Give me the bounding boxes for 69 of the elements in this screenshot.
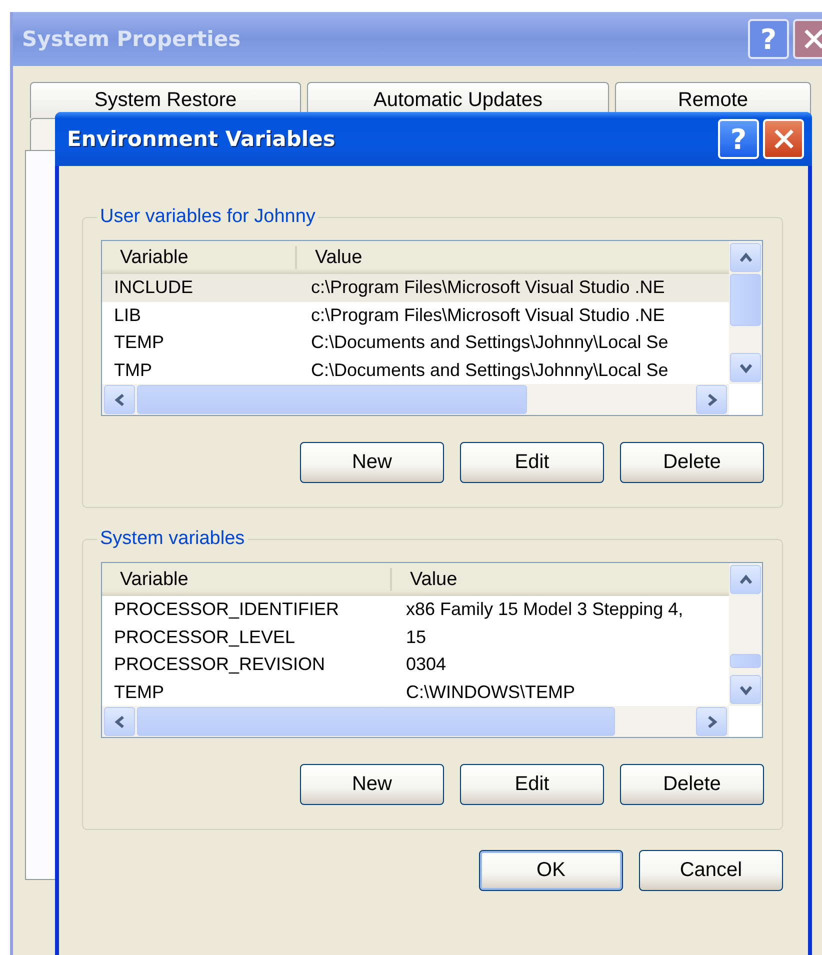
list-view[interactable] bbox=[101, 240, 763, 416]
column-header[interactable]: Variable bbox=[102, 246, 297, 270]
list-row[interactable]: LIB c:\Program Files\Microsoft Visual Studio .NE bbox=[102, 302, 729, 329]
chevron-right-icon bbox=[706, 716, 718, 728]
scroll-up-button[interactable] bbox=[730, 565, 761, 594]
button[interactable]: Edit bbox=[460, 442, 604, 483]
table-cell-text: 0304 bbox=[405, 654, 446, 676]
table-cell-text: c:\Program Files\Microsoft Visual Studio .NE bbox=[310, 304, 665, 326]
table-cell-text: PROCESSOR_REVISION bbox=[113, 654, 326, 676]
table-cell-text: INCLUDE bbox=[113, 277, 194, 298]
scroll-thumb[interactable] bbox=[137, 707, 615, 736]
vertical-scrollbar[interactable] bbox=[729, 563, 762, 706]
chevron-up-icon bbox=[740, 574, 752, 586]
table-cell-text: PROCESSOR_IDENTIFIER bbox=[113, 599, 340, 620]
table-cell-text: C:\Documents and Settings\Johnny\Local Se bbox=[310, 332, 668, 354]
column-header[interactable]: Value bbox=[297, 241, 362, 274]
button[interactable]: New bbox=[300, 764, 444, 805]
chevron-up-icon bbox=[740, 252, 752, 264]
table-cell-text: C:\WINDOWS\TEMP bbox=[405, 682, 575, 703]
list-row[interactable]: TEMP C:\WINDOWS\TEMP bbox=[102, 678, 729, 706]
vertical-scrollbar[interactable] bbox=[729, 241, 762, 384]
chevron-down-icon bbox=[740, 684, 752, 696]
button[interactable]: Edit bbox=[460, 764, 604, 805]
group-label: System variables bbox=[99, 528, 246, 550]
scroll-down-button[interactable] bbox=[730, 675, 761, 704]
scroll-right-button[interactable] bbox=[696, 707, 727, 736]
table-cell-text: TEMP bbox=[113, 682, 166, 703]
table-cell-text: c:\Program Files\Microsoft Visual Studio .NE bbox=[310, 277, 665, 298]
list-row[interactable]: PROCESSOR_IDENTIFIER x86 Family 15 Model 3 Stepping 4, bbox=[102, 596, 729, 624]
button[interactable]: Delete bbox=[620, 442, 764, 483]
scroll-left-button[interactable] bbox=[104, 385, 135, 414]
scroll-down-button[interactable] bbox=[730, 353, 761, 382]
list-view[interactable]: Variable Value PROCESSOR_IDENTIFIER x86 Family 15 Model 3 Stepping 4, PROCESSOR_LEVEL 15 PROCESSOR_REVISION 0304 TEMP C:\WINDOWS\TEMP bbox=[101, 562, 763, 738]
scroll-up-button[interactable] bbox=[730, 243, 761, 272]
scroll-thumb[interactable] bbox=[137, 385, 527, 414]
help-button[interactable]: ? bbox=[718, 119, 759, 159]
scroll-left-button[interactable] bbox=[104, 707, 135, 736]
window-title: Environment Variables bbox=[67, 127, 336, 151]
table-cell-text: TEMP bbox=[113, 332, 166, 354]
scroll-thumb[interactable] bbox=[730, 274, 761, 326]
table-cell-text: PROCESSOR_LEVEL bbox=[113, 626, 296, 648]
window-title: System Properties bbox=[22, 27, 241, 51]
button[interactable]: Cancel bbox=[639, 850, 783, 891]
close-icon bbox=[774, 129, 794, 149]
horizontal-scrollbar[interactable] bbox=[102, 706, 729, 737]
scroll-right-button[interactable] bbox=[696, 385, 727, 414]
button[interactable]: OK bbox=[479, 850, 623, 891]
table-cell-text: TMP bbox=[113, 360, 153, 381]
table-cell-text: x86 Family 15 Model 3 Stepping 4, bbox=[405, 599, 684, 620]
column-header[interactable]: Value bbox=[392, 563, 458, 596]
close-icon bbox=[804, 29, 822, 49]
list-row[interactable]: TMP C:\Documents and Settings\Johnny\Local Se bbox=[102, 356, 729, 384]
scroll-thumb[interactable] bbox=[730, 654, 761, 668]
table-cell-text: LIB bbox=[113, 304, 142, 326]
table-cell-text: C:\Documents and Settings\Johnny\Local Se bbox=[310, 360, 668, 381]
list-row[interactable]: PROCESSOR_REVISION 0304 bbox=[102, 651, 729, 678]
horizontal-scrollbar[interactable] bbox=[102, 384, 729, 415]
chevron-down-icon bbox=[740, 362, 752, 374]
list-row[interactable]: TEMP C:\Documents and Settings\Johnny\Local Se bbox=[102, 329, 729, 356]
chevron-left-icon bbox=[114, 394, 126, 406]
column-header[interactable]: Variable bbox=[102, 568, 392, 592]
chevron-left-icon bbox=[114, 716, 126, 728]
list-row[interactable]: PROCESSOR_LEVEL 15 bbox=[102, 624, 729, 651]
group-label: User variables for Johnny bbox=[99, 206, 316, 228]
table-cell-text: 15 bbox=[405, 626, 426, 648]
list-row[interactable]: INCLUDE c:\Program Files\Microsoft Visual Studio .NE bbox=[102, 274, 729, 302]
chevron-right-icon bbox=[706, 394, 718, 406]
button[interactable]: New bbox=[300, 442, 444, 483]
button[interactable]: Delete bbox=[620, 764, 764, 805]
